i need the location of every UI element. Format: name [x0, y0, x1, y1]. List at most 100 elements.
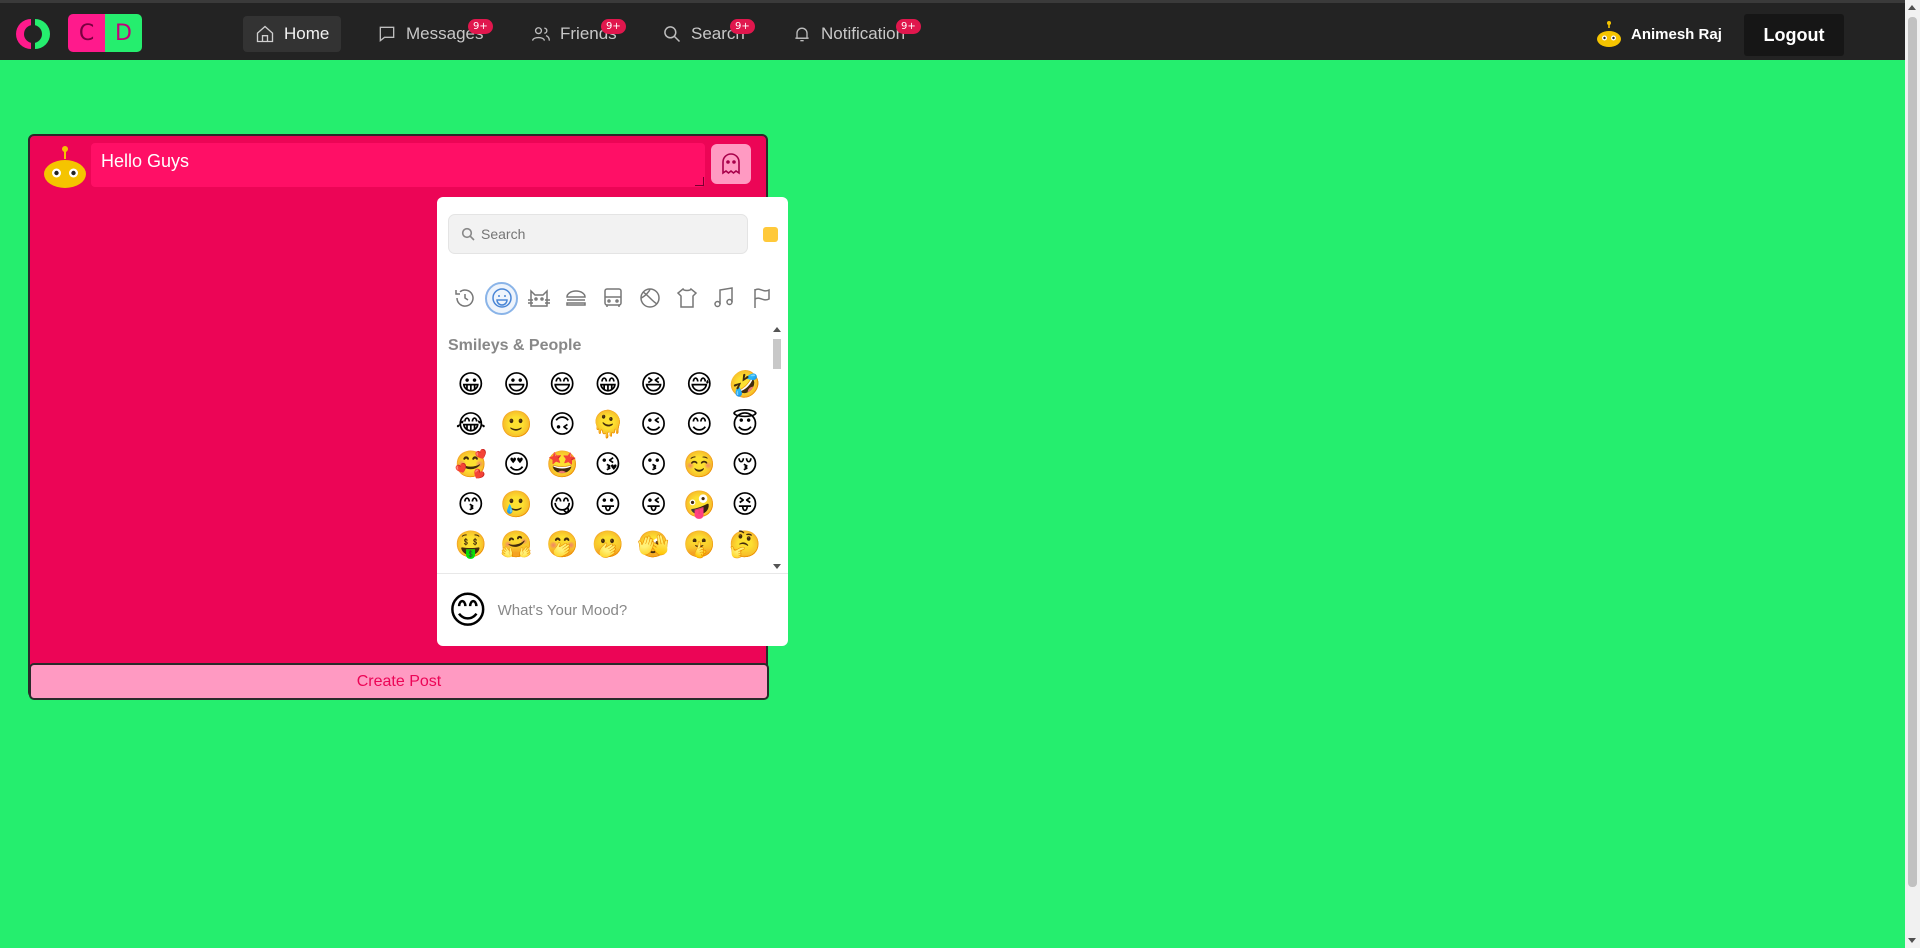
emoji-toggle-button[interactable] [711, 144, 751, 184]
avatar [1597, 21, 1621, 47]
friends-icon [532, 27, 550, 41]
emoji-item[interactable]: 🤨 [539, 565, 585, 569]
logo-cd[interactable]: C D [68, 14, 142, 52]
emoji-item[interactable]: 😁 [585, 365, 631, 405]
emoji-item[interactable]: 🫥 [722, 565, 768, 569]
emoji-picker: Smileys & People 😀😃😄😁😆😅🤣😂🙂🙃🫠😉😊😇🥰😍🤩😘😗☺️😚😙… [437, 197, 788, 646]
emoji-scrollbar[interactable] [772, 325, 782, 571]
emoji-item[interactable]: 😇 [722, 405, 768, 445]
create-post-card: Smileys & People 😀😃😄😁😆😅🤣😂🙂🙃🫠😉😊😇🥰😍🤩😘😗☺️😚😙… [28, 134, 788, 700]
user-name: Animesh Raj [1631, 25, 1722, 43]
emoji-item[interactable]: 🤗 [494, 525, 540, 565]
home-icon [256, 25, 274, 43]
emoji-item[interactable]: 🙃 [539, 405, 585, 445]
emoji-item[interactable]: 😉 [631, 405, 677, 445]
emoji-item[interactable]: 🤩 [539, 445, 585, 485]
preview-emoji: 😊 [448, 588, 488, 632]
mood-prompt: What's Your Mood? [497, 601, 628, 619]
emoji-item[interactable]: ☺️ [676, 445, 722, 485]
emoji-item[interactable]: 😘 [585, 445, 631, 485]
avatar [44, 146, 86, 188]
nav-friends[interactable]: Friends 9+ [519, 16, 629, 52]
scroll-up-arrow-icon[interactable] [773, 327, 781, 332]
search-icon [461, 227, 475, 241]
emoji-item[interactable]: 🤪 [676, 485, 722, 525]
page-scrollbar[interactable] [1905, 0, 1920, 948]
emoji-item[interactable]: 😐 [585, 565, 631, 569]
emoji-item[interactable]: 😋 [539, 485, 585, 525]
nav-notification[interactable]: Notification 9+ [780, 16, 921, 52]
create-post-button[interactable]: Create Post [29, 663, 769, 700]
travel-icon[interactable] [597, 282, 630, 315]
emoji-item[interactable]: 😜 [631, 485, 677, 525]
skin-tone-selector[interactable] [763, 227, 778, 242]
textarea-resize-handle[interactable] [695, 177, 704, 186]
emoji-item[interactable]: 😀 [448, 365, 494, 405]
emoji-item[interactable]: 🥲 [494, 485, 540, 525]
chat-icon [379, 26, 395, 43]
emoji-item[interactable]: 🙂 [494, 405, 540, 445]
activities-icon[interactable] [634, 282, 667, 315]
search-icon [664, 26, 681, 43]
emoji-item[interactable]: 🤑 [448, 525, 494, 565]
nav-home[interactable]: Home [243, 16, 342, 52]
scroll-down-arrow-icon[interactable] [1908, 938, 1916, 943]
emoji-item[interactable]: 😛 [585, 485, 631, 525]
messages-badge: 9+ [468, 19, 493, 34]
emoji-item[interactable]: 🤣 [722, 365, 768, 405]
emoji-item[interactable]: 🤭 [539, 525, 585, 565]
nav-search[interactable]: Search 9+ [650, 16, 757, 52]
emoji-item[interactable]: 😙 [448, 485, 494, 525]
emoji-group-title: Smileys & People [448, 337, 582, 354]
emoji-item[interactable]: 😶 [676, 565, 722, 569]
nav-messages[interactable]: Messages 9+ [365, 16, 495, 52]
user-profile[interactable]: Animesh Raj [1595, 19, 1722, 49]
emoji-item[interactable]: 😚 [722, 445, 768, 485]
emoji-item[interactable]: 😃 [494, 365, 540, 405]
objects-icon[interactable] [671, 282, 704, 315]
scroll-down-arrow-icon[interactable] [773, 564, 781, 569]
scrollbar-thumb[interactable] [773, 339, 781, 369]
emoji-item[interactable]: 😆 [631, 365, 677, 405]
emoji-item[interactable]: 😍 [494, 445, 540, 485]
nav-notification-label: Notification [821, 24, 906, 43]
emoji-grid: 😀😃😄😁😆😅🤣 😂🙂🙃🫠😉😊😇 🥰😍🤩😘😗☺️😚 😙🥲😋😛😜🤪😝 🤑🤗🤭🫢🫣🤫🤔 🫡🤐🤨😐… [448, 365, 768, 569]
emoji-preview-footer: 😊 What's Your Mood? [437, 573, 788, 646]
logout-button[interactable]: Logout [1744, 14, 1844, 56]
emoji-item[interactable]: 🫡 [448, 565, 494, 569]
friends-badge: 9+ [601, 19, 626, 34]
emoji-item[interactable]: 🫣 [631, 525, 677, 565]
smileys-icon[interactable] [485, 281, 519, 315]
logo-icon[interactable] [15, 16, 51, 52]
top-navbar: C D Home Messages 9+ Friends 9+ Search 9… [0, 0, 1905, 60]
emoji-item[interactable]: 😗 [631, 445, 677, 485]
emoji-search-input[interactable] [481, 226, 721, 242]
emoji-item[interactable]: 😄 [539, 365, 585, 405]
emoji-item[interactable]: 😑 [631, 565, 677, 569]
emoji-item[interactable]: 🥰 [448, 445, 494, 485]
emoji-item[interactable]: 🫢 [585, 525, 631, 565]
emoji-item[interactable]: 🤔 [722, 525, 768, 565]
logo-letter-d: D [105, 14, 142, 52]
ghost-icon [722, 153, 740, 175]
recent-icon[interactable] [448, 282, 481, 315]
emoji-item[interactable]: 🤐 [494, 565, 540, 569]
notification-badge: 9+ [896, 19, 921, 34]
emoji-search[interactable] [448, 214, 748, 254]
emoji-item[interactable]: 🤫 [676, 525, 722, 565]
emoji-item[interactable]: 😂 [448, 405, 494, 445]
nav-home-label: Home [284, 24, 330, 43]
logo-letter-c: C [68, 14, 105, 52]
emoji-item[interactable]: 😝 [722, 485, 768, 525]
post-text-input[interactable] [91, 143, 705, 187]
emoji-item[interactable]: 😅 [676, 365, 722, 405]
scrollbar-thumb[interactable] [1908, 17, 1917, 887]
animals-icon[interactable] [522, 282, 555, 315]
food-icon[interactable] [559, 282, 592, 315]
flags-icon[interactable] [745, 282, 778, 315]
emoji-category-tabs [448, 280, 778, 316]
emoji-item[interactable]: 🫠 [585, 405, 631, 445]
emoji-item[interactable]: 😊 [676, 405, 722, 445]
scroll-up-arrow-icon[interactable] [1908, 5, 1916, 10]
symbols-icon[interactable] [708, 282, 741, 315]
